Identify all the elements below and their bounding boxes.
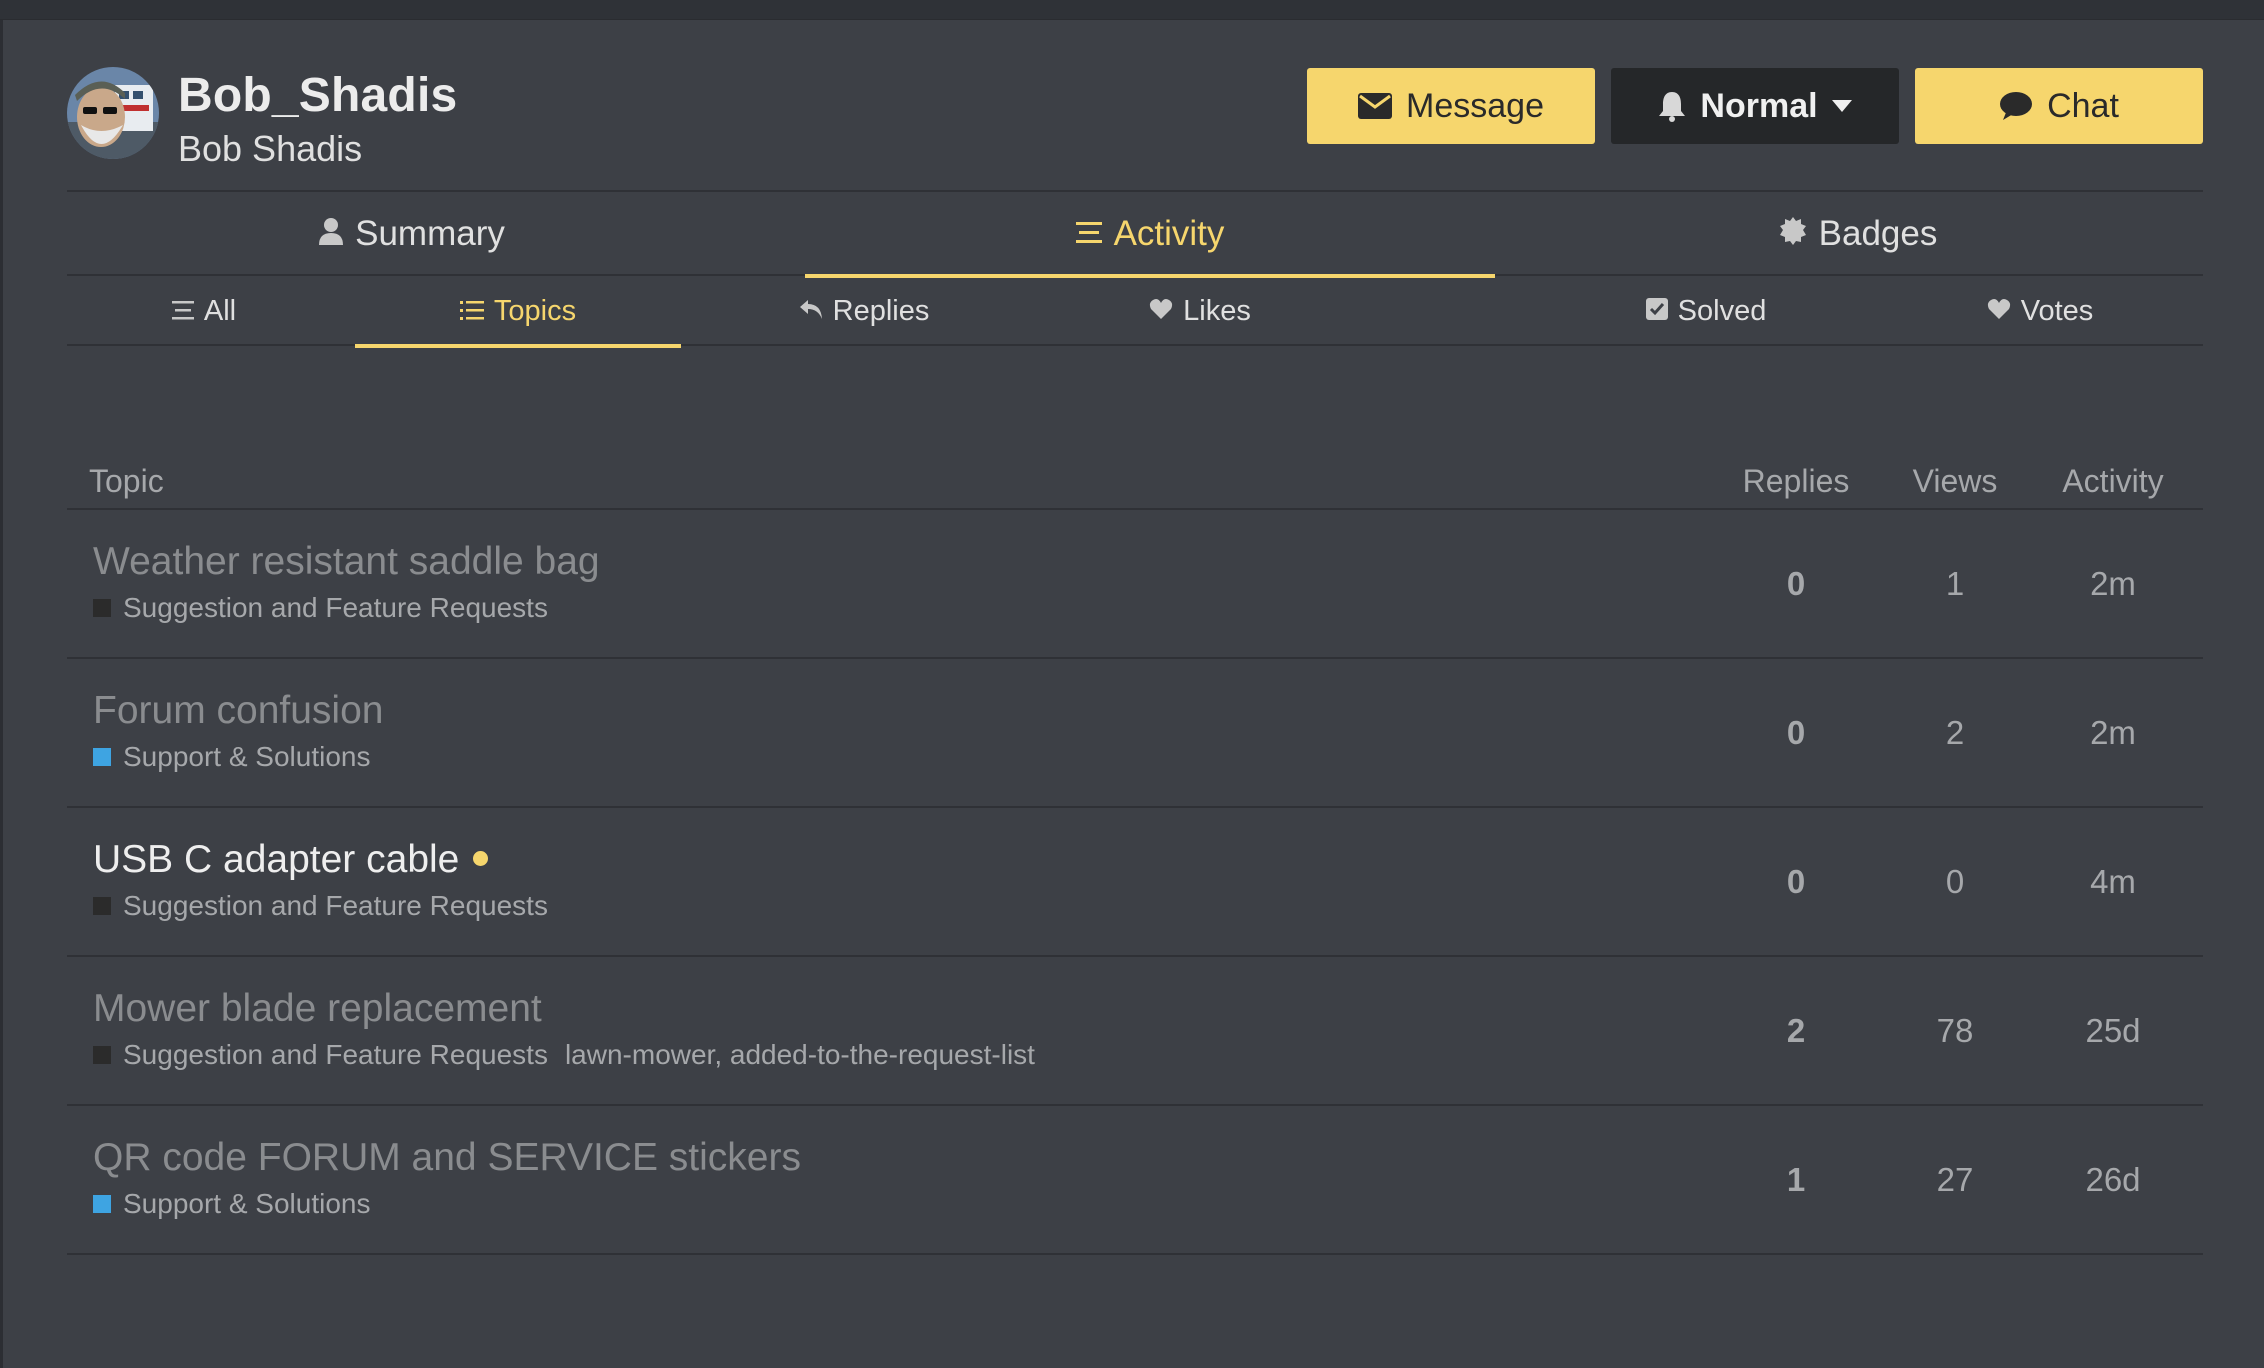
topic-category[interactable]: Suggestion and Feature Requests [123, 890, 548, 922]
filter-votes[interactable]: Votes [1877, 276, 2203, 346]
topic-replies: 0 [1786, 565, 1806, 602]
topic-row[interactable]: Forum confusion Support & Solutions 0 2 … [67, 659, 2203, 808]
unread-dot-icon [473, 851, 489, 867]
filter-solved[interactable]: Solved [1543, 276, 1869, 346]
category-color-badge [93, 897, 111, 915]
topic-replies: 0 [1786, 714, 1806, 751]
topic-replies: 2 [1786, 1012, 1806, 1049]
list-icon [459, 295, 484, 328]
tab-summary-label: Summary [355, 214, 505, 253]
filter-replies-label: Replies [832, 294, 930, 327]
tab-summary[interactable]: Summary [67, 192, 757, 276]
heart-icon [1987, 295, 2011, 328]
notification-level-dropdown[interactable]: Normal [1611, 68, 1899, 144]
message-button[interactable]: Message [1307, 68, 1595, 144]
topic-row[interactable]: Mower blade replacement Suggestion and F… [67, 957, 2203, 1106]
header-activity[interactable]: Activity [2043, 463, 2183, 500]
notification-level-label: Normal [1700, 86, 1818, 125]
topic-category[interactable]: Support & Solutions [123, 741, 371, 773]
topic-views: 0 [1945, 863, 1965, 900]
username: Bob_Shadis [178, 69, 458, 122]
topic-row[interactable]: USB C adapter cable Suggestion and Featu… [67, 808, 2203, 957]
user-profile: Bob_Shadis Bob Shadis Message Normal Cha… [67, 20, 2203, 1255]
left-border [0, 20, 3, 1368]
tab-badges[interactable]: Badges [1513, 192, 2203, 276]
topic-meta: Suggestion and Feature Requests [93, 592, 548, 624]
topic-title[interactable]: QR code FORUM and SERVICE stickers [93, 1136, 801, 1180]
filter-votes-label: Votes [2020, 294, 2094, 327]
chat-label: Chat [2047, 86, 2119, 125]
topic-activity[interactable]: 2m [2043, 714, 2183, 752]
avatar[interactable] [67, 67, 159, 159]
header-topic[interactable]: Topic [89, 463, 164, 500]
tab-activity[interactable]: Activity [805, 192, 1495, 278]
envelope-icon [1358, 93, 1393, 119]
topic-views: 1 [1945, 565, 1965, 602]
topic-activity[interactable]: 2m [2043, 565, 2183, 603]
topic-views: 27 [1936, 1161, 1974, 1198]
primary-nav: Summary Activity Badges [67, 192, 2203, 278]
topic-category[interactable]: Suggestion and Feature Requests [123, 592, 548, 624]
bell-icon [1658, 90, 1686, 122]
profile-header: Bob_Shadis Bob Shadis Message Normal Cha… [67, 20, 2203, 192]
message-label: Message [1406, 86, 1544, 125]
chat-button[interactable]: Chat [1915, 68, 2203, 144]
topic-activity[interactable]: 26d [2043, 1161, 2183, 1199]
category-color-badge [93, 748, 111, 766]
check-square-icon [1645, 295, 1668, 328]
heart-icon [1149, 295, 1173, 328]
topic-replies: 0 [1786, 863, 1806, 900]
header-views[interactable]: Views [1885, 463, 2025, 500]
stream-icon [1075, 214, 1102, 254]
topic-views: 78 [1936, 1012, 1974, 1049]
topic-activity[interactable]: 25d [2043, 1012, 2183, 1050]
filter-likes-label: Likes [1183, 294, 1251, 327]
filter-all-label: All [203, 294, 237, 327]
header-replies[interactable]: Replies [1726, 463, 1866, 500]
tab-badges-label: Badges [1818, 214, 1938, 253]
topic-title[interactable]: USB C adapter cable [93, 838, 459, 881]
topic-activity[interactable]: 4m [2043, 863, 2183, 901]
tab-activity-label: Activity [1113, 214, 1225, 253]
topic-list: Topic Replies Views Activity Weather res… [67, 346, 2203, 1255]
category-color-badge [93, 599, 111, 617]
full-name: Bob Shadis [178, 128, 363, 169]
certificate-icon [1779, 214, 1807, 254]
topic-row[interactable]: Weather resistant saddle bag Suggestion … [67, 510, 2203, 659]
topic-title[interactable]: Weather resistant saddle bag [93, 540, 600, 584]
filter-all[interactable]: All [67, 276, 341, 346]
topic-meta: Support & Solutions [93, 741, 371, 773]
filter-solved-label: Solved [1677, 294, 1767, 327]
user-icon [319, 214, 344, 254]
topic-meta: Suggestion and Feature Requests lawn-mow… [93, 1039, 1035, 1071]
topic-row[interactable]: QR code FORUM and SERVICE stickers Suppo… [67, 1106, 2203, 1255]
topic-title-wrap: USB C adapter cable [93, 838, 489, 882]
topic-replies: 1 [1786, 1161, 1806, 1198]
activity-filter-nav: All Topics Replies Likes Solved Votes [67, 276, 2203, 348]
topic-category[interactable]: Suggestion and Feature Requests [123, 1039, 548, 1071]
topic-title[interactable]: Forum confusion [93, 689, 383, 733]
topic-category[interactable]: Support & Solutions [123, 1188, 371, 1220]
comment-icon [1999, 91, 2033, 121]
filter-topics-label: Topics [493, 294, 577, 327]
topic-meta: Suggestion and Feature Requests [93, 890, 548, 922]
category-color-badge [93, 1195, 111, 1213]
filter-replies[interactable]: Replies [701, 276, 1027, 346]
topic-title[interactable]: Mower blade replacement [93, 987, 542, 1031]
topic-tags[interactable]: lawn-mower, added-to-the-request-list [565, 1039, 1035, 1071]
top-bar [0, 0, 2264, 20]
category-color-badge [93, 1046, 111, 1064]
topic-meta: Support & Solutions [93, 1188, 371, 1220]
filter-topics[interactable]: Topics [355, 276, 681, 348]
filter-likes[interactable]: Likes [1037, 276, 1363, 346]
stream-icon [171, 295, 194, 328]
topic-views: 2 [1945, 714, 1965, 751]
caret-down-icon [1831, 100, 1852, 112]
topic-list-header: Topic Replies Views Activity [67, 346, 2203, 510]
reply-icon [799, 295, 823, 328]
